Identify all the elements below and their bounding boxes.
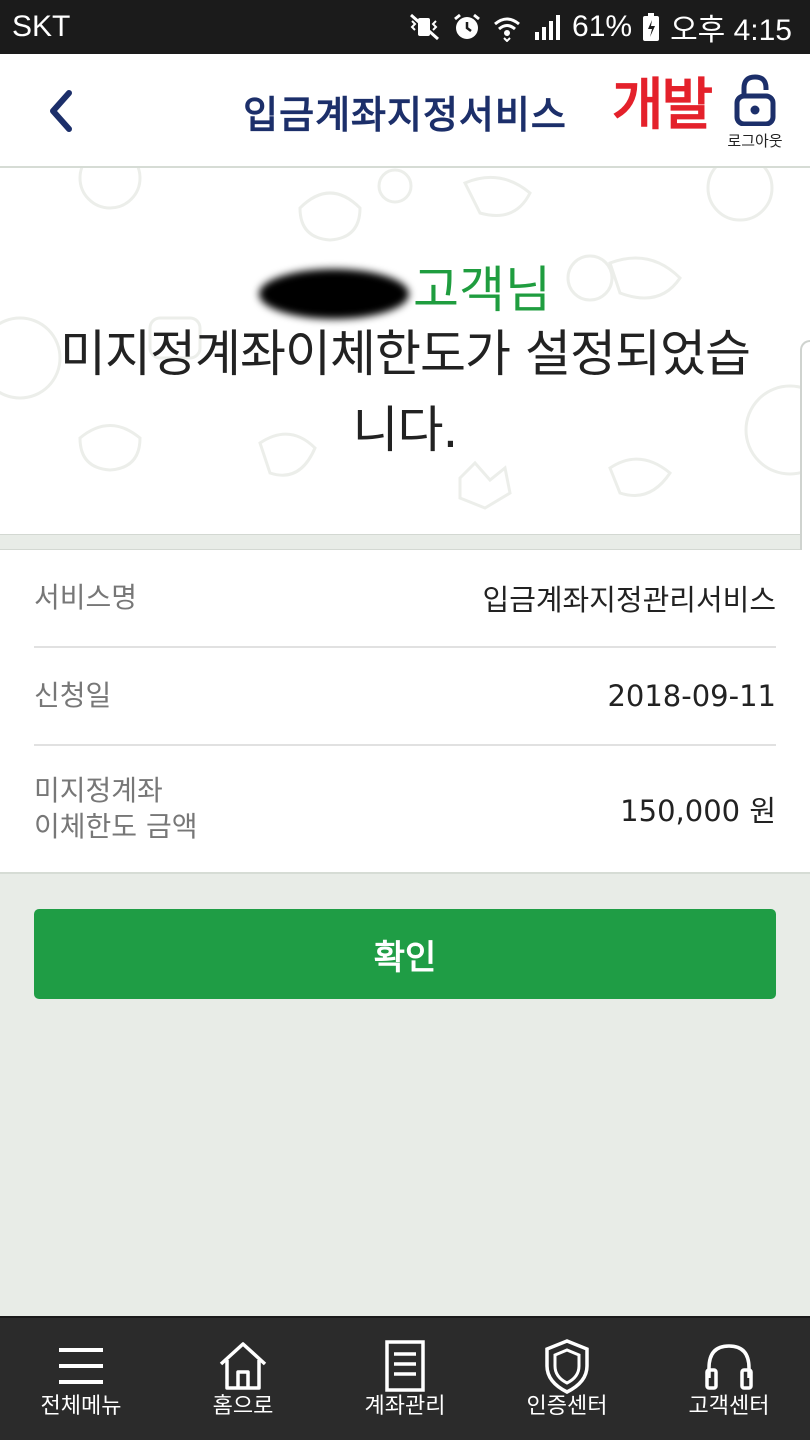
row-label: 서비스명 (34, 581, 138, 614)
app-header: 입금계좌지정서비스 개발 로그아웃 (0, 54, 810, 168)
document-icon (385, 1340, 425, 1392)
nav-item-certification[interactable]: 인증센터 (486, 1318, 648, 1440)
menu-icon (59, 1348, 103, 1384)
wifi-icon (492, 12, 522, 42)
status-icons: 61% 오후 4:15 (408, 5, 792, 49)
redacted-name (259, 268, 409, 319)
headset-icon (705, 1344, 753, 1390)
nav-label: 인증센터 (526, 1394, 608, 1419)
status-bar: SKT 61% 오후 4:15 (0, 0, 810, 54)
back-arrow-icon (50, 90, 72, 132)
greeting-suffix: 고객님 (413, 261, 551, 319)
customer-greeting: 고객님 (0, 250, 810, 322)
bottom-nav: 전체메뉴 홈으로 계좌관리 인증센터 고객센터 (0, 1316, 810, 1440)
table-row: 미지정계좌 이체한도 금액 150,000 원 (34, 746, 776, 872)
nav-item-menu[interactable]: 전체메뉴 (0, 1318, 162, 1440)
shield-icon (545, 1339, 589, 1394)
logout-button[interactable]: 로그아웃 (722, 74, 788, 154)
nav-label: 고객센터 (688, 1394, 770, 1419)
nav-item-customer-center[interactable]: 고객센터 (648, 1318, 810, 1440)
nav-label: 홈으로 (212, 1394, 274, 1419)
lock-icon (734, 74, 776, 126)
row-label-line: 이체한도 금액 (34, 810, 198, 843)
nav-label: 전체메뉴 (40, 1394, 122, 1419)
info-table: 서비스명 입금계좌지정관리서비스 신청일 2018-09-11 미지정계좌 이체… (0, 550, 810, 874)
logout-label: 로그아웃 (727, 132, 783, 150)
battery-icon (642, 12, 660, 42)
row-label: 신청일 (34, 679, 112, 712)
row-value: 2018-09-11 (607, 679, 776, 713)
vibrate-mute-icon (408, 12, 442, 42)
home-icon (219, 1342, 267, 1390)
table-row: 신청일 2018-09-11 (34, 648, 776, 746)
result-hero: 고객님 미지정계좌이체한도가 설정되었습니다. (0, 168, 810, 534)
alarm-icon (452, 12, 482, 42)
row-value: 150,000 원 (620, 794, 776, 828)
table-row: 서비스명 입금계좌지정관리서비스 (34, 550, 776, 648)
nav-label: 계좌관리 (364, 1394, 446, 1419)
nav-item-accounts[interactable]: 계좌관리 (324, 1318, 486, 1440)
row-value: 입금계좌지정관리서비스 (482, 583, 776, 617)
battery-percent: 61% (572, 10, 633, 43)
section-divider (0, 534, 810, 550)
completion-message: 미지정계좌이체한도가 설정되었습니다. (60, 325, 751, 459)
dev-badge: 개발 (612, 73, 713, 138)
row-label-line: 미지정계좌 (34, 774, 163, 807)
nav-item-home[interactable]: 홈으로 (162, 1318, 324, 1440)
clock: 오후 4:15 (670, 14, 792, 47)
carrier-label: SKT (12, 10, 71, 43)
row-label: 미지정계좌 이체한도 금액 (34, 773, 197, 845)
page-title: 입금계좌지정서비스 (243, 93, 567, 137)
confirm-button[interactable]: 확인 (34, 909, 776, 999)
signal-icon (532, 12, 562, 42)
back-button[interactable] (30, 78, 90, 144)
